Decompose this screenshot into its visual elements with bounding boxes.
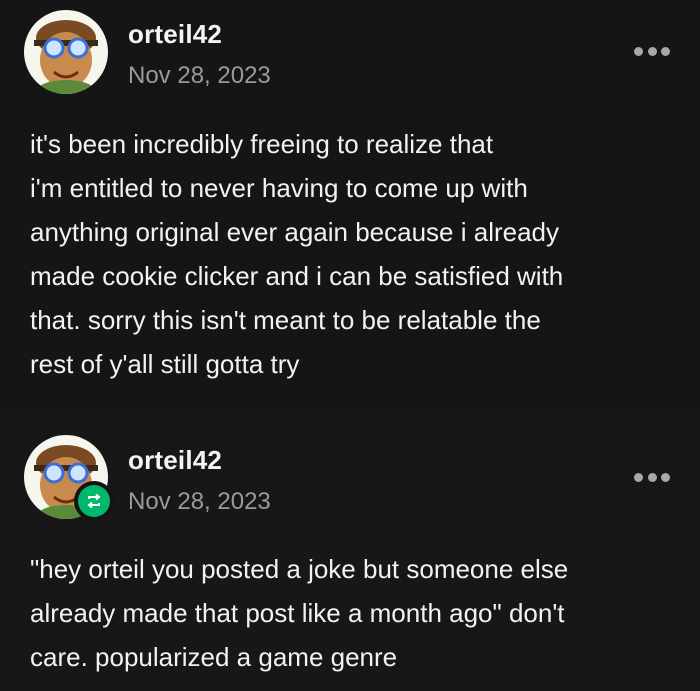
post-date[interactable]: Nov 28, 2023 bbox=[128, 488, 271, 516]
more-options-icon bbox=[634, 472, 643, 482]
post-username[interactable]: orteil42 bbox=[128, 19, 222, 50]
post: orteil42 Nov 28, 2023 it's been incredib… bbox=[0, 0, 700, 410]
post-body: "hey orteil you posted a joke but someon… bbox=[30, 554, 569, 672]
more-options-icon bbox=[661, 472, 670, 482]
more-options-icon bbox=[647, 472, 657, 482]
more-options-icon bbox=[634, 46, 643, 56]
post-username[interactable]: orteil42 bbox=[128, 445, 222, 476]
post-date[interactable]: Nov 28, 2023 bbox=[128, 62, 271, 90]
more-options-icon bbox=[647, 46, 657, 56]
reblog-icon bbox=[78, 485, 110, 517]
post-body: it's been incredibly freeing to realize … bbox=[30, 129, 564, 379]
avatar[interactable] bbox=[24, 10, 108, 94]
reblog-badge bbox=[74, 481, 114, 521]
more-options-button[interactable] bbox=[634, 44, 670, 58]
post: orteil42 Nov 28, 2023 "hey orteil you po… bbox=[0, 410, 700, 691]
more-options-icon bbox=[661, 46, 670, 56]
more-options-button[interactable] bbox=[634, 470, 670, 484]
avatar-icon bbox=[24, 10, 108, 94]
